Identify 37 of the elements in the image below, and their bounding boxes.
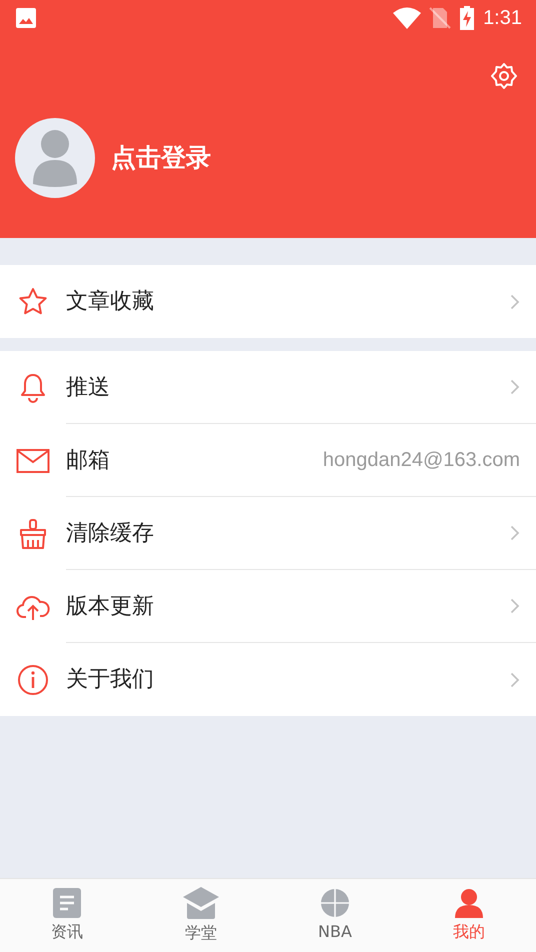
- chevron-icon: [510, 525, 520, 541]
- graduation-cap-icon: [183, 886, 219, 918]
- no-sim-icon: [429, 7, 452, 29]
- email-value: hongdan24@163.com: [322, 448, 520, 473]
- bell-icon: [18, 372, 48, 404]
- ball-icon: [320, 888, 350, 918]
- mail-icon: [16, 448, 50, 474]
- info-icon: [17, 664, 49, 696]
- menu-label: 文章收藏: [66, 288, 154, 316]
- tab[interactable]: NBA: [268, 879, 402, 952]
- menu-label: 版本更新: [66, 592, 154, 620]
- tab[interactable]: 学堂: [134, 879, 268, 952]
- battery-charging-icon: [459, 6, 476, 30]
- menu-item[interactable]: 邮箱 hongdan24@163.com: [0, 424, 536, 497]
- broom-icon: [17, 518, 49, 550]
- menu-item[interactable]: 版本更新: [0, 570, 536, 643]
- settings-icon[interactable]: [490, 62, 518, 90]
- chevron-icon: [510, 672, 520, 688]
- image-icon: [16, 8, 36, 28]
- tab[interactable]: 资讯: [0, 879, 134, 952]
- person-icon: [454, 888, 484, 918]
- menu-item[interactable]: 关于我们: [0, 643, 536, 716]
- status-time: 1:31: [483, 6, 522, 31]
- wifi-icon: [393, 7, 422, 29]
- menu-label: 邮箱: [66, 446, 110, 474]
- menu-item[interactable]: 清除缓存: [0, 497, 536, 570]
- menu-label: 关于我们: [66, 666, 154, 694]
- chevron-icon: [510, 294, 520, 310]
- avatar[interactable]: [15, 118, 95, 198]
- login-link[interactable]: 点击登录: [111, 139, 211, 177]
- menu-item[interactable]: 推送: [0, 351, 536, 424]
- chevron-icon: [510, 379, 520, 395]
- menu-label: 推送: [66, 374, 110, 402]
- chevron-icon: [510, 598, 520, 614]
- document-icon: [53, 888, 81, 918]
- menu-item[interactable]: 文章收藏: [0, 265, 536, 338]
- menu-label: 清除缓存: [66, 520, 154, 548]
